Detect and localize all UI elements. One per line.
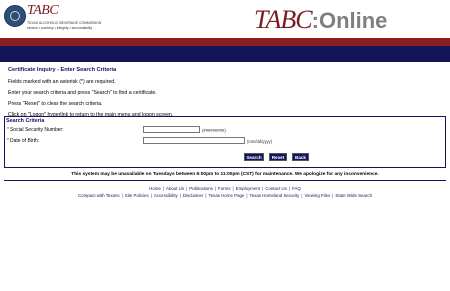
search-criteria-panel: Search Criteria *Social Security Number:… [4, 116, 446, 168]
ssn-input[interactable] [143, 126, 200, 133]
separator: | [121, 193, 123, 198]
dob-format-hint: (mm/dd/yyyy) [247, 139, 273, 144]
dob-input[interactable] [143, 137, 245, 144]
dob-label: Date of Birth: [9, 138, 40, 144]
tabc-seal-logo-icon[interactable] [4, 5, 26, 27]
instruction-line: Fields marked with an asterisk (*) are r… [8, 79, 116, 85]
tabc-online-brand: TABC:Online [254, 5, 388, 34]
main-content: Certificate Inquiry - Enter Search Crite… [8, 67, 442, 123]
brand-tabc: TABC [254, 5, 313, 34]
footer-link-texas-home[interactable]: Texas Home Page [209, 193, 245, 198]
footer-link-forms[interactable]: Forms [218, 186, 230, 191]
tabc-logo-text[interactable]: TABC [27, 3, 59, 19]
separator: | [205, 193, 207, 198]
separator: | [150, 193, 152, 198]
footer-link-viewing-files[interactable]: Viewing Files [304, 193, 330, 198]
footer-link-about[interactable]: About Us [166, 186, 184, 191]
reset-button[interactable]: Reset [269, 153, 287, 161]
footer-link-employment[interactable]: Employment [236, 186, 260, 191]
site-header: TABC TEXAS ALCOHOLIC BEVERAGE COMMISSION… [0, 0, 450, 38]
header-band-maroon [0, 38, 450, 46]
ssn-format-hint: (#########) [202, 128, 226, 133]
logo-tagline: service • courtesy • integrity • account… [27, 26, 93, 30]
back-button[interactable]: Back [292, 153, 309, 161]
header-band-navy [0, 46, 450, 62]
maintenance-notice: This system may be unavailable on Tuesda… [71, 172, 379, 177]
footer-link-publications[interactable]: Publications [189, 186, 213, 191]
separator: | [232, 186, 234, 191]
ssn-row: *Social Security Number: [7, 127, 64, 133]
footer-link-home[interactable]: Home [149, 186, 161, 191]
footer-links-primary: Home | About Us | Publications | Forms | Employm… [0, 186, 450, 191]
separator: | [214, 186, 217, 191]
separator: | [162, 186, 165, 191]
logo-subtitle: TEXAS ALCOHOLIC BEVERAGE COMMISSION [27, 21, 102, 25]
footer-links-secondary: Compact with Texans | Site Policies | Access… [0, 193, 450, 198]
search-button[interactable]: Search [244, 153, 264, 161]
footer-link-homeland-security[interactable]: Texas Homeland Security [250, 193, 300, 198]
dob-row: *Date of Birth: [7, 138, 39, 144]
required-marker: * [7, 127, 9, 133]
instruction-line: Enter your search criteria and press "Se… [8, 90, 157, 96]
page-title: Certificate Inquiry - Enter Search Crite… [8, 67, 117, 73]
panel-title: Search Criteria [6, 118, 45, 124]
footer-link-site-policies[interactable]: Site Policies [125, 193, 149, 198]
separator: | [179, 193, 181, 198]
footer-link-disclaimer[interactable]: Disclaimer [183, 193, 204, 198]
footer-link-state-search[interactable]: State Wide Search [335, 193, 372, 198]
instruction-line: Press "Reset" to clear the search criter… [8, 101, 103, 107]
ssn-label: Social Security Number: [9, 127, 64, 133]
separator: | [301, 193, 303, 198]
separator: | [246, 193, 248, 198]
separator: | [186, 186, 188, 191]
footer-link-contact[interactable]: Contact Us [265, 186, 287, 191]
separator: | [288, 186, 291, 191]
footer-link-accessibility[interactable]: Accessibility [154, 193, 178, 198]
footer-link-faq[interactable]: FAQ [292, 186, 301, 191]
footer-link-compact[interactable]: Compact with Texans [78, 193, 120, 198]
separator: | [262, 186, 264, 191]
brand-online: :Online [311, 8, 388, 33]
separator: | [332, 193, 334, 198]
divider [4, 180, 446, 181]
required-marker: * [7, 138, 9, 144]
